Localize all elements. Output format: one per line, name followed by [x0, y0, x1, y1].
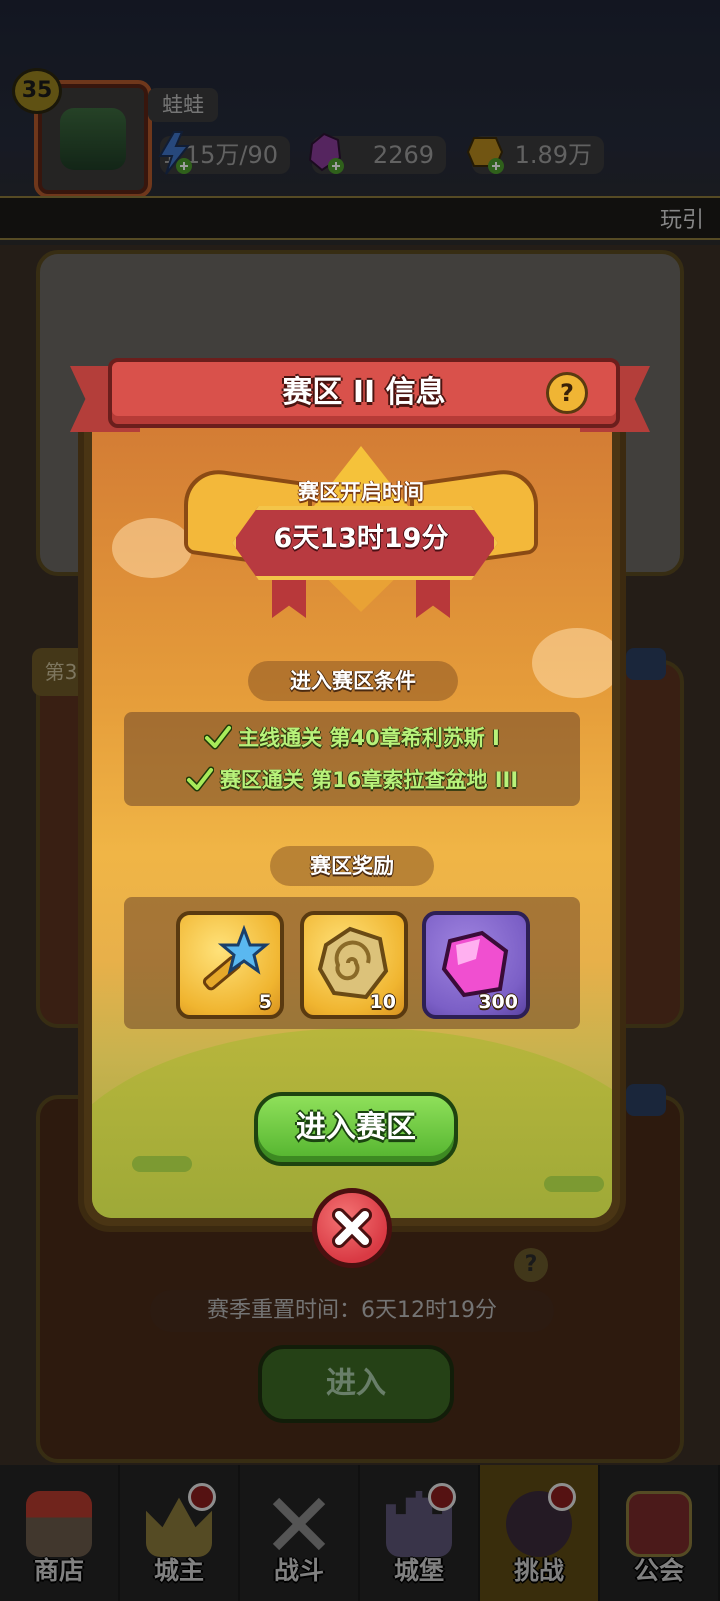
rewards-panel: 5 10 300: [124, 897, 580, 1029]
reward-count: 5: [258, 991, 272, 1013]
conditions-title: 进入赛区条件: [248, 661, 458, 701]
condition-text: 赛区通关 第16章索拉查盆地 III: [219, 768, 519, 792]
condition-row: 赛区通关 第16章索拉查盆地 III: [124, 760, 580, 800]
checkmark-icon: [204, 724, 233, 750]
condition-row: 主线通关 第40章希利苏斯 I: [124, 718, 580, 758]
open-time-label: 赛区开启时间: [298, 480, 424, 504]
reward-item[interactable]: 300: [422, 911, 530, 1019]
reward-item[interactable]: 10: [300, 911, 408, 1019]
close-x-icon: [332, 1208, 372, 1248]
conditions-panel: 主线通关 第40章希利苏斯 I 赛区通关 第16章索拉查盆地 III: [124, 712, 580, 806]
checkmark-icon: [185, 766, 214, 792]
ribbon-body: 赛区 II 信息 ?: [108, 358, 620, 428]
close-button[interactable]: [312, 1188, 392, 1268]
reward-count: 10: [369, 991, 396, 1013]
reward-count: 300: [478, 991, 518, 1013]
grass-decoration: [544, 1176, 604, 1192]
dialog-title-ribbon: 赛区 II 信息 ?: [70, 358, 650, 432]
rewards-title: 赛区奖励: [270, 846, 434, 886]
open-time-badge: 赛区开启时间 6天13时19分: [184, 446, 538, 626]
dialog-title: 赛区 II 信息: [282, 375, 446, 410]
help-icon[interactable]: ?: [546, 372, 588, 414]
cloud-decoration: [532, 628, 612, 698]
reward-item[interactable]: 5: [176, 911, 284, 1019]
grass-decoration: [132, 1156, 192, 1172]
condition-text: 主线通关 第40章希利苏斯 I: [238, 726, 500, 750]
cloud-decoration: [112, 518, 192, 578]
open-time-value: 6天13时19分: [273, 523, 449, 554]
enter-zone-button[interactable]: 进入赛区: [254, 1092, 458, 1166]
